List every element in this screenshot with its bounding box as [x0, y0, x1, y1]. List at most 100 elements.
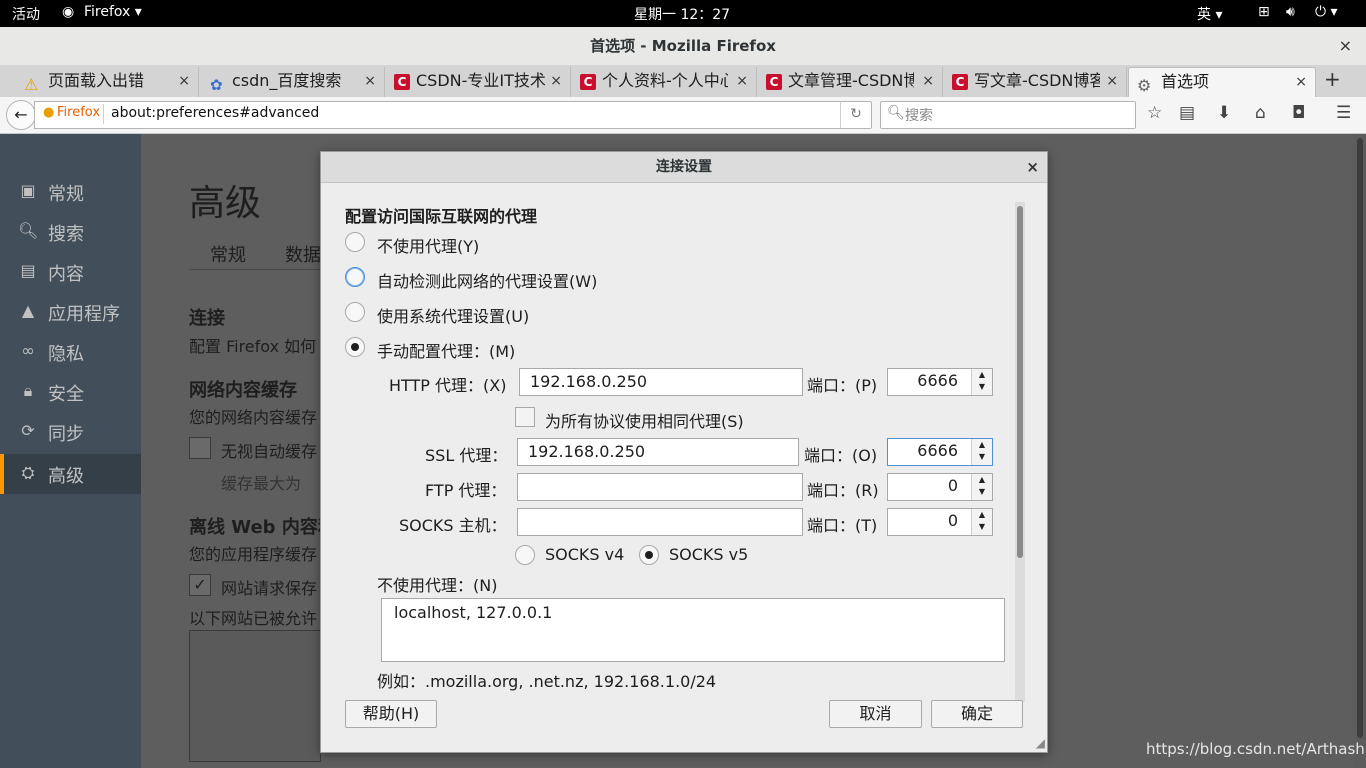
sidebar-item-sync[interactable]: ⟳ 同步 — [0, 412, 141, 452]
tab-close-icon[interactable]: × — [1295, 68, 1307, 96]
hamburger-menu-icon[interactable]: ☰ — [1336, 103, 1351, 123]
radio-auto-detect[interactable] — [345, 267, 365, 287]
activities-button[interactable]: 活动 — [12, 4, 40, 24]
tab-label: 页面载入出错 — [48, 71, 145, 90]
ssl-port-input[interactable]: 6666 ▲ ▼ — [887, 438, 993, 466]
bookmarks-menu-icon[interactable]: ▤ — [1179, 103, 1195, 123]
bookmark-star-icon[interactable]: ☆ — [1147, 103, 1162, 123]
radio-socks-v4-label[interactable]: SOCKS v4 — [545, 545, 624, 564]
sidebar-item-label: 搜索 — [48, 224, 84, 245]
reload-icon[interactable]: ↻ — [840, 102, 871, 128]
radio-manual-proxy-label[interactable]: 手动配置代理：(M) — [377, 338, 515, 362]
tab-label: 首选项 — [1161, 72, 1210, 91]
radio-socks-v5-label[interactable]: SOCKS v5 — [669, 545, 748, 564]
socks-port-input[interactable]: 0 ▲ ▼ — [887, 508, 993, 536]
tab-baidu-search[interactable]: ✿ csdn_百度搜索 × — [198, 67, 385, 97]
tab-close-icon[interactable]: × — [736, 67, 748, 95]
sidebar-item-applications[interactable]: ▲ 应用程序 — [0, 292, 141, 332]
radio-no-proxy[interactable] — [345, 232, 365, 252]
search-icon: 🔍︎ — [887, 105, 905, 121]
url-bar[interactable]: ● Firefox about:preferences#advanced ↻ — [34, 101, 872, 129]
network-icon[interactable]: ⊞ — [1258, 4, 1270, 20]
home-icon[interactable]: ⌂ — [1255, 103, 1266, 123]
tab-page-load-error[interactable]: ⚠ 页面载入出错 × — [2, 67, 199, 97]
new-tab-button[interactable]: + — [1324, 67, 1341, 91]
radio-socks-v5[interactable] — [639, 545, 659, 565]
resize-grip-icon[interactable]: ◢ — [1036, 736, 1045, 750]
tab-close-icon[interactable]: × — [178, 67, 190, 95]
same-proxy-label[interactable]: 为所有协议使用相同代理(S) — [545, 408, 744, 432]
sidebar-item-general[interactable]: ▣ 常规 — [0, 172, 141, 212]
no-proxy-value: localhost, 127.0.0.1 — [394, 603, 553, 622]
tab-close-icon[interactable]: × — [550, 67, 562, 95]
dialog-close-button[interactable]: × — [1026, 152, 1039, 182]
downloads-icon[interactable]: ⬇ — [1217, 103, 1231, 123]
offline-sites-list[interactable] — [189, 630, 321, 762]
radio-manual-proxy[interactable] — [345, 337, 365, 357]
subtab-data[interactable]: 数据 — [285, 241, 321, 267]
radio-auto-detect-label[interactable]: 自动检测此网络的代理设置(W) — [377, 268, 597, 292]
volume-icon[interactable]: 🔊︎ — [1286, 4, 1295, 20]
sidebar-item-advanced[interactable]: ⛭ 高级 — [0, 454, 145, 494]
sidebar-item-content[interactable]: ▤ 内容 — [0, 252, 141, 292]
tab-csdn-home[interactable]: C CSDN-专业IT技术社 × — [384, 67, 571, 97]
window-close-button[interactable]: × — [1339, 27, 1352, 65]
clock[interactable]: 星期一 12：27 — [634, 4, 730, 24]
radio-system-proxy[interactable] — [345, 302, 365, 322]
sidebar-item-privacy[interactable]: ∞ 隐私 — [0, 332, 141, 372]
pocket-icon[interactable]: ◘ — [1292, 103, 1305, 123]
no-proxy-textarea[interactable]: localhost, 127.0.0.1 — [381, 598, 1005, 662]
spin-arrows-icon[interactable]: ▲ ▼ — [971, 474, 992, 500]
radio-system-proxy-label[interactable]: 使用系统代理设置(U) — [377, 303, 529, 327]
back-arrow-icon: ← — [14, 105, 28, 124]
csdn-icon: C — [766, 74, 782, 90]
back-button[interactable]: ← — [6, 100, 36, 130]
spin-arrows-icon[interactable]: ▲ ▼ — [971, 369, 992, 395]
radio-no-proxy-label[interactable]: 不使用代理(Y) — [377, 233, 479, 257]
tab-close-icon[interactable]: × — [364, 67, 376, 95]
page-scrollbar[interactable] — [1354, 134, 1366, 768]
socks-host-label: SOCKS 主机： — [399, 516, 507, 535]
http-proxy-input[interactable]: 192.168.0.250 — [519, 368, 803, 396]
tab-close-icon[interactable]: × — [1106, 67, 1118, 95]
offline-tell-checkbox[interactable]: ✓ — [189, 574, 211, 596]
sidebar-item-security[interactable]: 🔒︎ 安全 — [0, 372, 141, 412]
sidebar-item-search[interactable]: 🔍︎ 搜索 — [0, 212, 141, 252]
search-placeholder: 搜索 — [905, 108, 933, 124]
input-method-indicator[interactable]: 英 ▾ — [1197, 4, 1222, 24]
tab-csdn-profile[interactable]: C 个人资料-个人中心 × — [570, 67, 757, 97]
http-port-input[interactable]: 6666 ▲ ▼ — [887, 368, 993, 396]
dialog-scrollbar[interactable] — [1015, 202, 1025, 702]
cancel-button[interactable]: 取消 — [829, 700, 922, 728]
tab-csdn-articles[interactable]: C 文章管理-CSDN博客 × — [756, 67, 943, 97]
tab-label: CSDN-专业IT技术社 — [416, 71, 546, 90]
ssl-proxy-input[interactable]: 192.168.0.250 — [517, 438, 799, 466]
radio-socks-v4[interactable] — [515, 545, 535, 565]
app-menu[interactable]: Firefox ▾ — [84, 4, 142, 20]
help-button[interactable]: 帮助(H) — [345, 700, 437, 728]
spin-arrows-icon[interactable]: ▲ ▼ — [971, 439, 992, 465]
same-proxy-checkbox[interactable] — [515, 407, 535, 427]
identity-label[interactable]: Firefox — [57, 105, 100, 120]
no-proxy-example: 例如：.mozilla.org, .net.nz, 192.168.1.0/24 — [377, 672, 717, 691]
spin-arrows-icon[interactable]: ▲ ▼ — [971, 509, 992, 535]
page-scrollbar-thumb[interactable] — [1357, 138, 1363, 738]
socks-host-input[interactable] — [517, 508, 803, 536]
url-text[interactable]: about:preferences#advanced — [111, 105, 319, 121]
csdn-icon: C — [394, 74, 410, 90]
ftp-proxy-input[interactable] — [517, 473, 803, 501]
subtab-divider — [189, 269, 329, 270]
csdn-icon: C — [580, 74, 596, 90]
dialog-scrollbar-thumb[interactable] — [1017, 206, 1023, 558]
power-icon[interactable]: ⏻ ▾ — [1315, 4, 1338, 20]
page-title: 高级 — [189, 183, 262, 224]
tab-close-icon[interactable]: × — [922, 67, 934, 95]
cache-override-checkbox[interactable] — [189, 437, 211, 459]
subtab-general[interactable]: 常规 — [210, 241, 246, 267]
tab-preferences[interactable]: ⚙ 首选项 × — [1128, 67, 1316, 98]
ftp-port-input[interactable]: 0 ▲ ▼ — [887, 473, 993, 501]
general-icon: ▣ — [20, 181, 36, 200]
tab-csdn-write[interactable]: C 写文章-CSDN博客 × — [942, 67, 1127, 97]
ok-button[interactable]: 确定 — [931, 700, 1023, 728]
search-bar[interactable]: 🔍︎ 搜索 — [880, 101, 1136, 129]
